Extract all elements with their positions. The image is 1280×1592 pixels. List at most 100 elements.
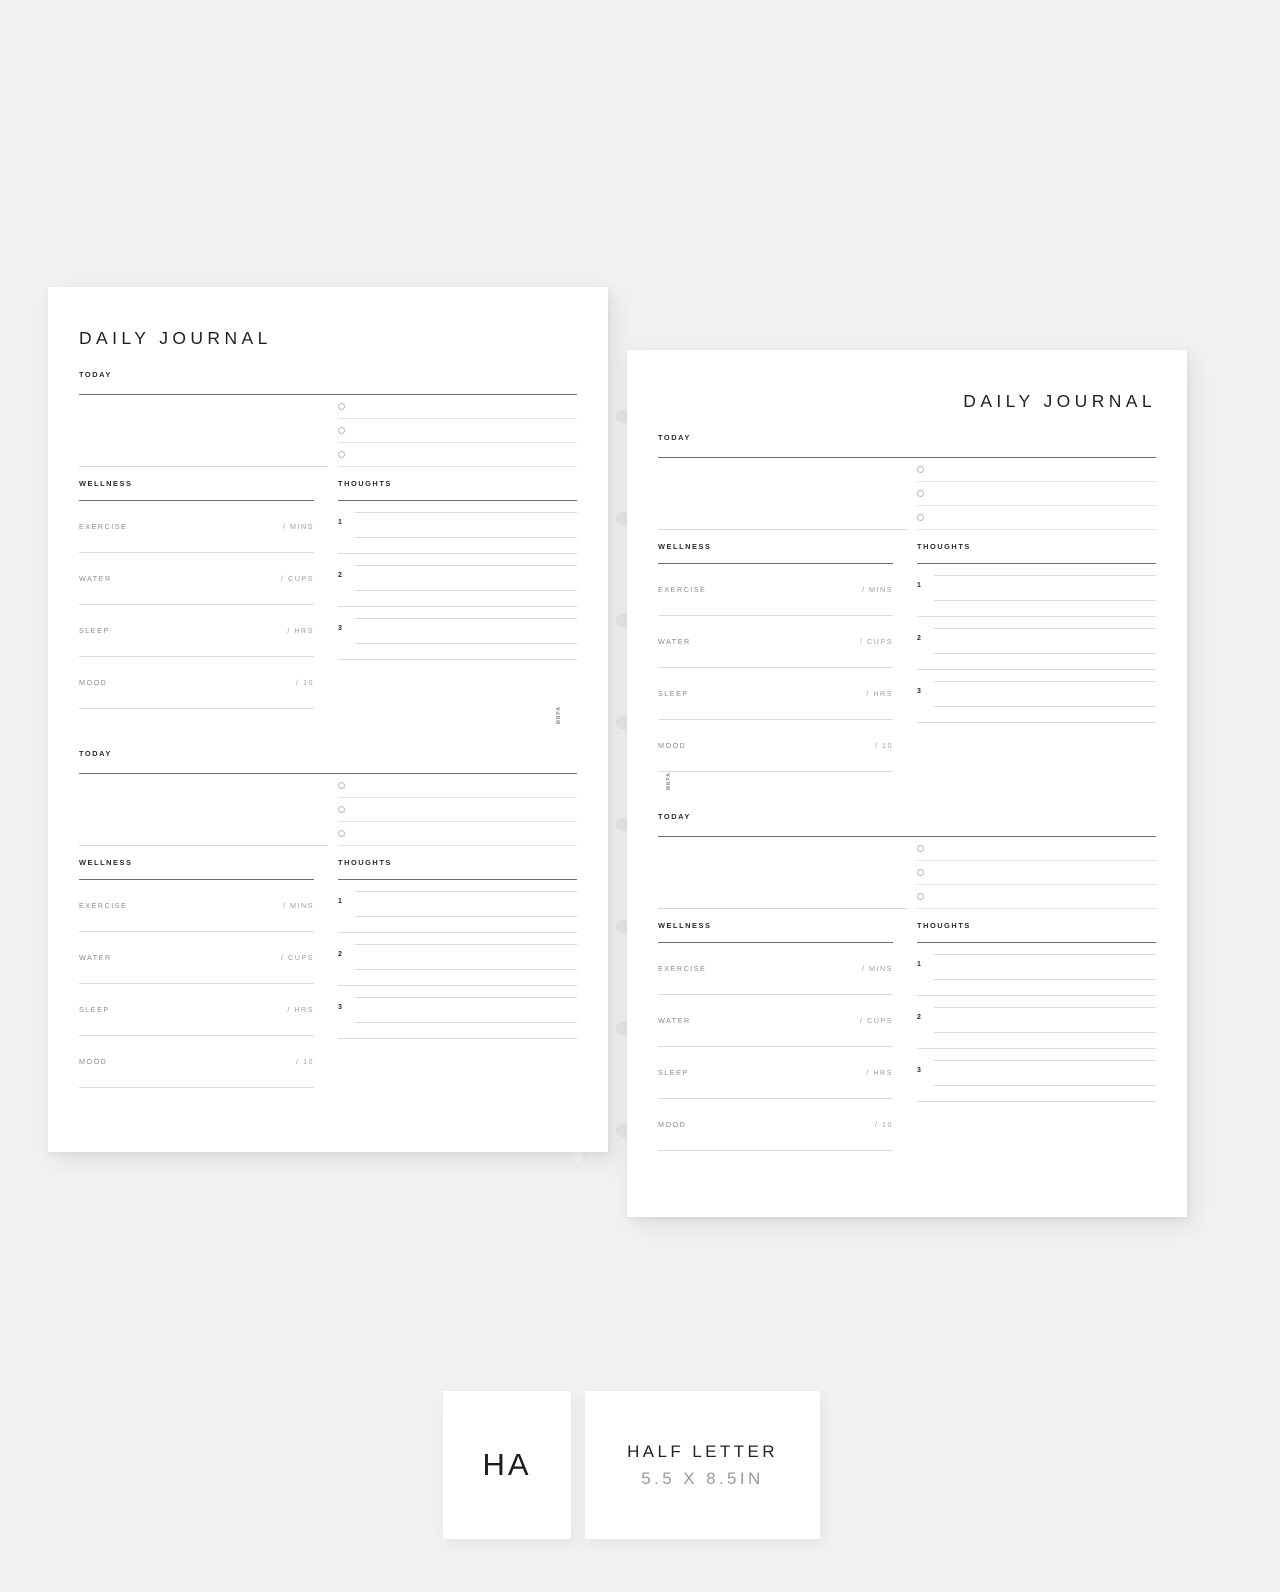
wellness-row-water[interactable]: WATER / CUPS bbox=[79, 932, 314, 984]
wellness-row-sleep[interactable]: SLEEP / HRS bbox=[79, 605, 314, 657]
checkbox-circle-icon[interactable] bbox=[917, 893, 924, 900]
checkbox-circle-icon[interactable] bbox=[917, 514, 924, 521]
wellness-row-name: EXERCISE bbox=[79, 901, 128, 910]
todo-item[interactable] bbox=[917, 458, 1156, 482]
wellness-thoughts-section: WELLNESS EXERCISE / MINS WATER / CUPS SL… bbox=[79, 479, 577, 709]
wellness-row-mood[interactable]: MOOD / 10 bbox=[79, 1036, 314, 1088]
thought-entry[interactable]: 3 bbox=[338, 607, 577, 660]
wellness-row-unit: / HRS bbox=[287, 1005, 314, 1014]
checkbox-circle-icon[interactable] bbox=[338, 830, 345, 837]
wellness-row-mood[interactable]: MOOD / 10 bbox=[79, 657, 314, 709]
wellness-thoughts-section: WELLNESS EXERCISE / MINS WATER / CUPS SL… bbox=[658, 921, 1156, 1151]
todo-item[interactable] bbox=[338, 419, 577, 443]
checkbox-circle-icon[interactable] bbox=[917, 869, 924, 876]
wellness-row-unit: / MINS bbox=[862, 585, 893, 594]
wellness-row-water[interactable]: WATER / CUPS bbox=[658, 616, 893, 668]
left-page: DAILY JOURNAL TODAY WELLNESS EXERCISE / … bbox=[48, 287, 608, 1152]
checkbox-circle-icon[interactable] bbox=[338, 782, 345, 789]
thought-entry[interactable]: 1 bbox=[917, 564, 1156, 617]
wellness-row-water[interactable]: WATER / CUPS bbox=[658, 995, 893, 1047]
wellness-row-unit: / HRS bbox=[287, 626, 314, 635]
thought-entry[interactable]: 3 bbox=[338, 986, 577, 1039]
thought-entry[interactable]: 2 bbox=[917, 617, 1156, 670]
wellness-label: WELLNESS bbox=[658, 542, 712, 551]
today-notes-area[interactable] bbox=[79, 774, 328, 846]
wellness-row-mood[interactable]: MOOD / 10 bbox=[658, 720, 893, 772]
wellness-row-name: WATER bbox=[658, 637, 691, 646]
wellness-row-exercise[interactable]: EXERCISE / MINS bbox=[79, 880, 314, 932]
todo-item[interactable] bbox=[917, 837, 1156, 861]
wellness-row-name: WATER bbox=[79, 953, 112, 962]
todo-item[interactable] bbox=[917, 482, 1156, 506]
thought-number: 1 bbox=[917, 961, 921, 968]
thought-separator bbox=[338, 1038, 577, 1039]
thought-number: 3 bbox=[917, 688, 921, 695]
wellness-row-sleep[interactable]: SLEEP / HRS bbox=[79, 984, 314, 1036]
wellness-row-unit: / 10 bbox=[875, 741, 893, 750]
todo-item[interactable] bbox=[338, 774, 577, 798]
wellness-row-name: MOOD bbox=[658, 1120, 687, 1129]
wellness-row-sleep[interactable]: SLEEP / HRS bbox=[658, 1047, 893, 1099]
wellness-row-name: MOOD bbox=[79, 678, 108, 687]
wellness-row-water[interactable]: WATER / CUPS bbox=[79, 553, 314, 605]
todo-item[interactable] bbox=[917, 506, 1156, 530]
checkbox-circle-icon[interactable] bbox=[917, 845, 924, 852]
wellness-column: WELLNESS EXERCISE / MINS WATER / CUPS SL… bbox=[658, 542, 907, 772]
wellness-row-unit: / 10 bbox=[875, 1120, 893, 1129]
wellness-row-name: WATER bbox=[79, 574, 112, 583]
checkbox-circle-icon[interactable] bbox=[917, 490, 924, 497]
wellness-row-exercise[interactable]: EXERCISE / MINS bbox=[658, 943, 893, 995]
thought-entry[interactable]: 1 bbox=[338, 501, 577, 554]
checkbox-circle-icon[interactable] bbox=[338, 427, 345, 434]
wellness-row-sleep[interactable]: SLEEP / HRS bbox=[658, 668, 893, 720]
thought-entry[interactable]: 2 bbox=[338, 554, 577, 607]
checkbox-circle-icon[interactable] bbox=[338, 403, 345, 410]
thought-entry[interactable]: 3 bbox=[917, 1049, 1156, 1102]
today-section: TODAY bbox=[79, 743, 577, 846]
today-todo-list bbox=[907, 837, 1156, 909]
checkbox-circle-icon[interactable] bbox=[917, 466, 924, 473]
today-section: TODAY bbox=[79, 364, 577, 467]
thought-entry[interactable]: 1 bbox=[338, 880, 577, 933]
todo-item[interactable] bbox=[338, 395, 577, 419]
wellness-thoughts-section: WELLNESS EXERCISE / MINS WATER / CUPS SL… bbox=[658, 542, 1156, 772]
thoughts-header: THOUGHTS bbox=[917, 542, 1156, 551]
format-name: HALF LETTER bbox=[627, 1441, 778, 1461]
todo-item[interactable] bbox=[338, 822, 577, 846]
page-title: DAILY JOURNAL bbox=[79, 328, 272, 348]
thoughts-label: THOUGHTS bbox=[917, 542, 971, 551]
todo-item[interactable] bbox=[917, 861, 1156, 885]
todo-item[interactable] bbox=[338, 798, 577, 822]
thoughts-label: THOUGHTS bbox=[338, 479, 392, 488]
today-notes-area[interactable] bbox=[658, 458, 907, 530]
wellness-column: WELLNESS EXERCISE / MINS WATER / CUPS SL… bbox=[79, 858, 328, 1088]
thought-entry[interactable]: 2 bbox=[338, 933, 577, 986]
wellness-row-exercise[interactable]: EXERCISE / MINS bbox=[79, 501, 314, 553]
thought-number: 2 bbox=[917, 1014, 921, 1021]
wellness-row-unit: / MINS bbox=[283, 522, 314, 531]
thought-entry[interactable]: 1 bbox=[917, 943, 1156, 996]
today-notes-area[interactable] bbox=[658, 837, 907, 909]
wellness-row-name: MOOD bbox=[658, 741, 687, 750]
page-title: DAILY JOURNAL bbox=[963, 391, 1156, 411]
right-page: DAILY JOURNAL TODAY WELLNESS EXERCISE / … bbox=[627, 350, 1187, 1217]
thought-entry[interactable]: 2 bbox=[917, 996, 1156, 1049]
wellness-row-unit: / CUPS bbox=[860, 1016, 893, 1025]
thought-number: 1 bbox=[338, 519, 342, 526]
thought-number: 1 bbox=[917, 582, 921, 589]
thought-number: 3 bbox=[338, 625, 342, 632]
thought-entry[interactable]: 3 bbox=[917, 670, 1156, 723]
wellness-row-unit: / CUPS bbox=[860, 637, 893, 646]
wellness-header: WELLNESS bbox=[658, 921, 893, 930]
wellness-row-name: SLEEP bbox=[658, 689, 689, 698]
wellness-row-mood[interactable]: MOOD / 10 bbox=[658, 1099, 893, 1151]
todo-item[interactable] bbox=[917, 885, 1156, 909]
wellness-row-exercise[interactable]: EXERCISE / MINS bbox=[658, 564, 893, 616]
wellness-row-unit: / CUPS bbox=[281, 574, 314, 583]
checkbox-circle-icon[interactable] bbox=[338, 451, 345, 458]
todo-item[interactable] bbox=[338, 443, 577, 467]
wellness-row-name: SLEEP bbox=[79, 626, 110, 635]
wellness-row-name: WATER bbox=[658, 1016, 691, 1025]
checkbox-circle-icon[interactable] bbox=[338, 806, 345, 813]
today-notes-area[interactable] bbox=[79, 395, 328, 467]
